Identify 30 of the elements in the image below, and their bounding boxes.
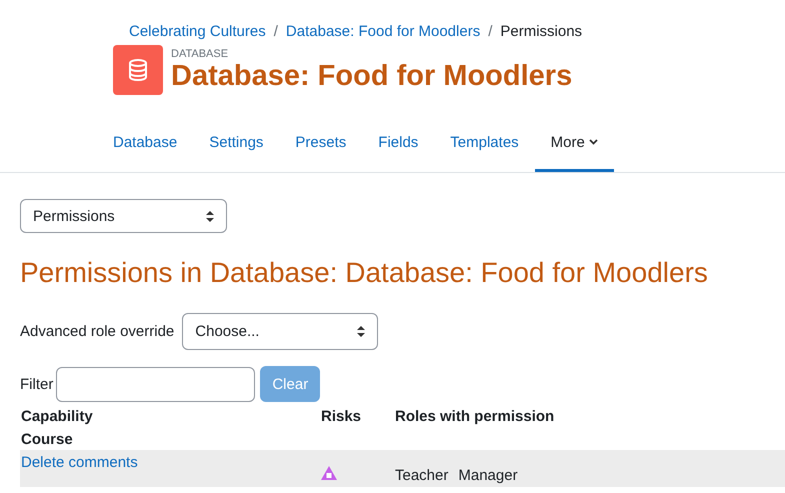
role-override-select[interactable]: Choose... xyxy=(182,313,378,350)
section-heading: Permissions in Database: Database: Food for Moodlers xyxy=(20,257,709,289)
sort-arrows-icon xyxy=(357,326,366,337)
module-type-label: DATABASE xyxy=(171,48,230,60)
nav-tab[interactable]: More xyxy=(534,115,614,172)
nav-tab[interactable]: Templates xyxy=(434,115,535,172)
breadcrumb-link[interactable]: Celebrating Cultures xyxy=(129,22,266,40)
filter-field[interactable] xyxy=(56,366,256,402)
breadcrumb-separator: / xyxy=(488,22,492,40)
chevron-down-icon xyxy=(588,139,598,145)
page-title: Database: Food for Moodlers xyxy=(171,60,572,92)
capability-link[interactable]: Delete comments xyxy=(21,454,138,471)
sort-arrows-icon xyxy=(206,210,214,222)
nav-tab[interactable]: Fields xyxy=(362,115,434,172)
breadcrumb-link[interactable]: Database: Food for Moodlers xyxy=(286,22,480,40)
nav-tab[interactable]: Database xyxy=(97,115,194,172)
role-label: Manager xyxy=(458,466,518,484)
page-select[interactable]: Permissions xyxy=(20,199,227,233)
role-override-label: Advanced role override xyxy=(20,323,174,340)
column-header: Capability xyxy=(20,407,94,427)
database-icon xyxy=(113,45,163,95)
nav-tab[interactable]: Settings xyxy=(193,115,280,172)
section-label: Course xyxy=(21,431,73,448)
column-header: Roles with permission xyxy=(394,407,556,427)
breadcrumb-current: Permissions xyxy=(500,22,582,40)
nav-tab[interactable]: Presets xyxy=(279,115,362,172)
role-label: Teacher xyxy=(395,466,448,484)
breadcrumb-separator: / xyxy=(274,22,278,40)
column-header: Risks xyxy=(320,407,362,427)
filter-label: Filter xyxy=(20,376,54,392)
